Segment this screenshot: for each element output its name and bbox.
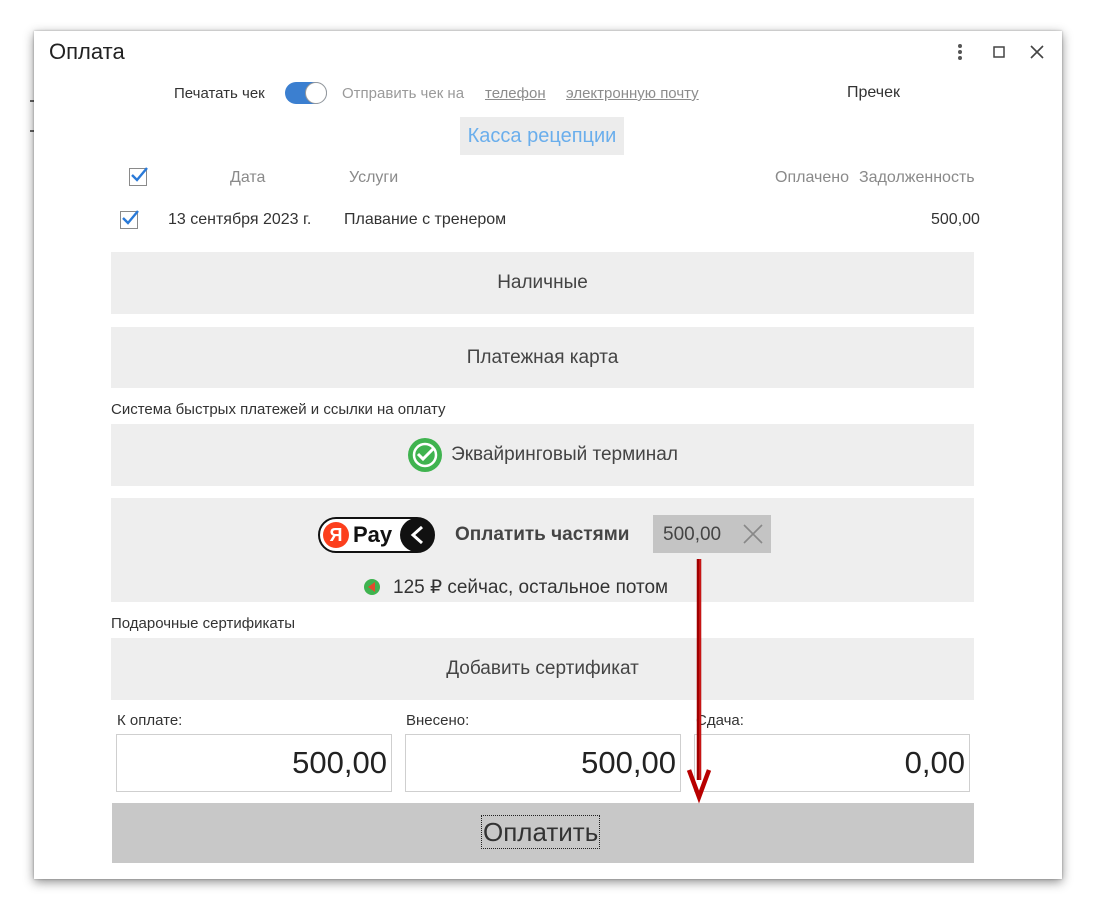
row-checkbox[interactable]	[120, 210, 139, 229]
split-logo-icon	[400, 518, 434, 552]
send-to-phone-link[interactable]: телефон	[485, 85, 546, 102]
payment-dialog: Оплата Печатать чек Отправить чек на тел…	[34, 31, 1062, 879]
select-all-checkbox[interactable]	[129, 167, 148, 186]
row-service: Плавание с тренером	[344, 211, 507, 228]
acquiring-terminal-button[interactable]: Эквайринговый терминал	[111, 424, 974, 486]
add-certificate-button[interactable]: Добавить сертификат	[111, 638, 974, 700]
pay-button-label: Оплатить	[480, 815, 601, 849]
more-options-icon[interactable]	[949, 41, 971, 63]
split-amount-field[interactable]: 500,00	[653, 515, 771, 553]
column-header-date: Дата	[230, 169, 266, 186]
amount-due-label: К оплате:	[117, 712, 183, 729]
split-payment-button[interactable]: Оплатить частями	[455, 524, 629, 546]
maximize-icon[interactable]	[988, 41, 1010, 63]
row-date: 13 сентября 2023 г.	[168, 211, 312, 228]
split-payment-block: Я Pay Оплатить частями 500,00 125 ₽ сейч…	[111, 498, 974, 602]
sber-logo-icon	[408, 438, 443, 472]
cashdesk-button[interactable]: Касса рецепции	[460, 117, 624, 155]
column-header-services: Услуги	[349, 169, 399, 186]
card-button[interactable]: Платежная карта	[111, 327, 974, 388]
checkmark-icon	[122, 210, 139, 225]
split-subtitle: 125 ₽ сейчас, остальное потом	[364, 576, 669, 599]
annotation-arrow	[686, 559, 712, 804]
amount-paid-label: Внесено:	[406, 712, 470, 729]
yandex-logo-letter: Я	[323, 522, 349, 548]
pay-button[interactable]: Оплатить	[112, 803, 974, 863]
print-receipt-label: Печатать чек	[174, 85, 265, 102]
amount-paid-field[interactable]: 500,00	[405, 734, 681, 792]
yandex-pay-logo[interactable]: Я Pay	[318, 517, 435, 553]
sbp-section-label: Система быстрых платежей и ссылки на опл…	[111, 401, 446, 418]
close-icon[interactable]	[1026, 41, 1048, 63]
column-header-debt: Задолженность	[859, 169, 975, 186]
split-subtitle-text: 125 ₽ сейчас, остальное потом	[393, 577, 669, 598]
column-header-paid: Оплачено	[775, 169, 849, 186]
send-to-email-link[interactable]: электронную почту	[566, 85, 699, 102]
split-amount-value: 500,00	[663, 524, 722, 545]
cash-button[interactable]: Наличные	[111, 252, 974, 314]
precheck-button[interactable]: Пречек	[847, 84, 900, 102]
acquiring-terminal-label: Эквайринговый терминал	[451, 444, 678, 465]
send-receipt-label: Отправить чек на	[342, 85, 465, 102]
toggle-knob	[305, 82, 327, 104]
print-receipt-toggle[interactable]	[285, 82, 327, 104]
amount-due-field: 500,00	[116, 734, 392, 792]
change-field: 0,00	[694, 734, 970, 792]
certificates-section-label: Подарочные сертификаты	[111, 615, 296, 632]
split-badge-icon	[364, 579, 380, 595]
checkmark-icon	[131, 167, 148, 182]
pay-logo-text: Pay	[353, 522, 393, 547]
row-debt: 500,00	[931, 211, 980, 228]
dialog-title: Оплата	[49, 39, 125, 64]
clear-icon[interactable]	[741, 522, 765, 551]
